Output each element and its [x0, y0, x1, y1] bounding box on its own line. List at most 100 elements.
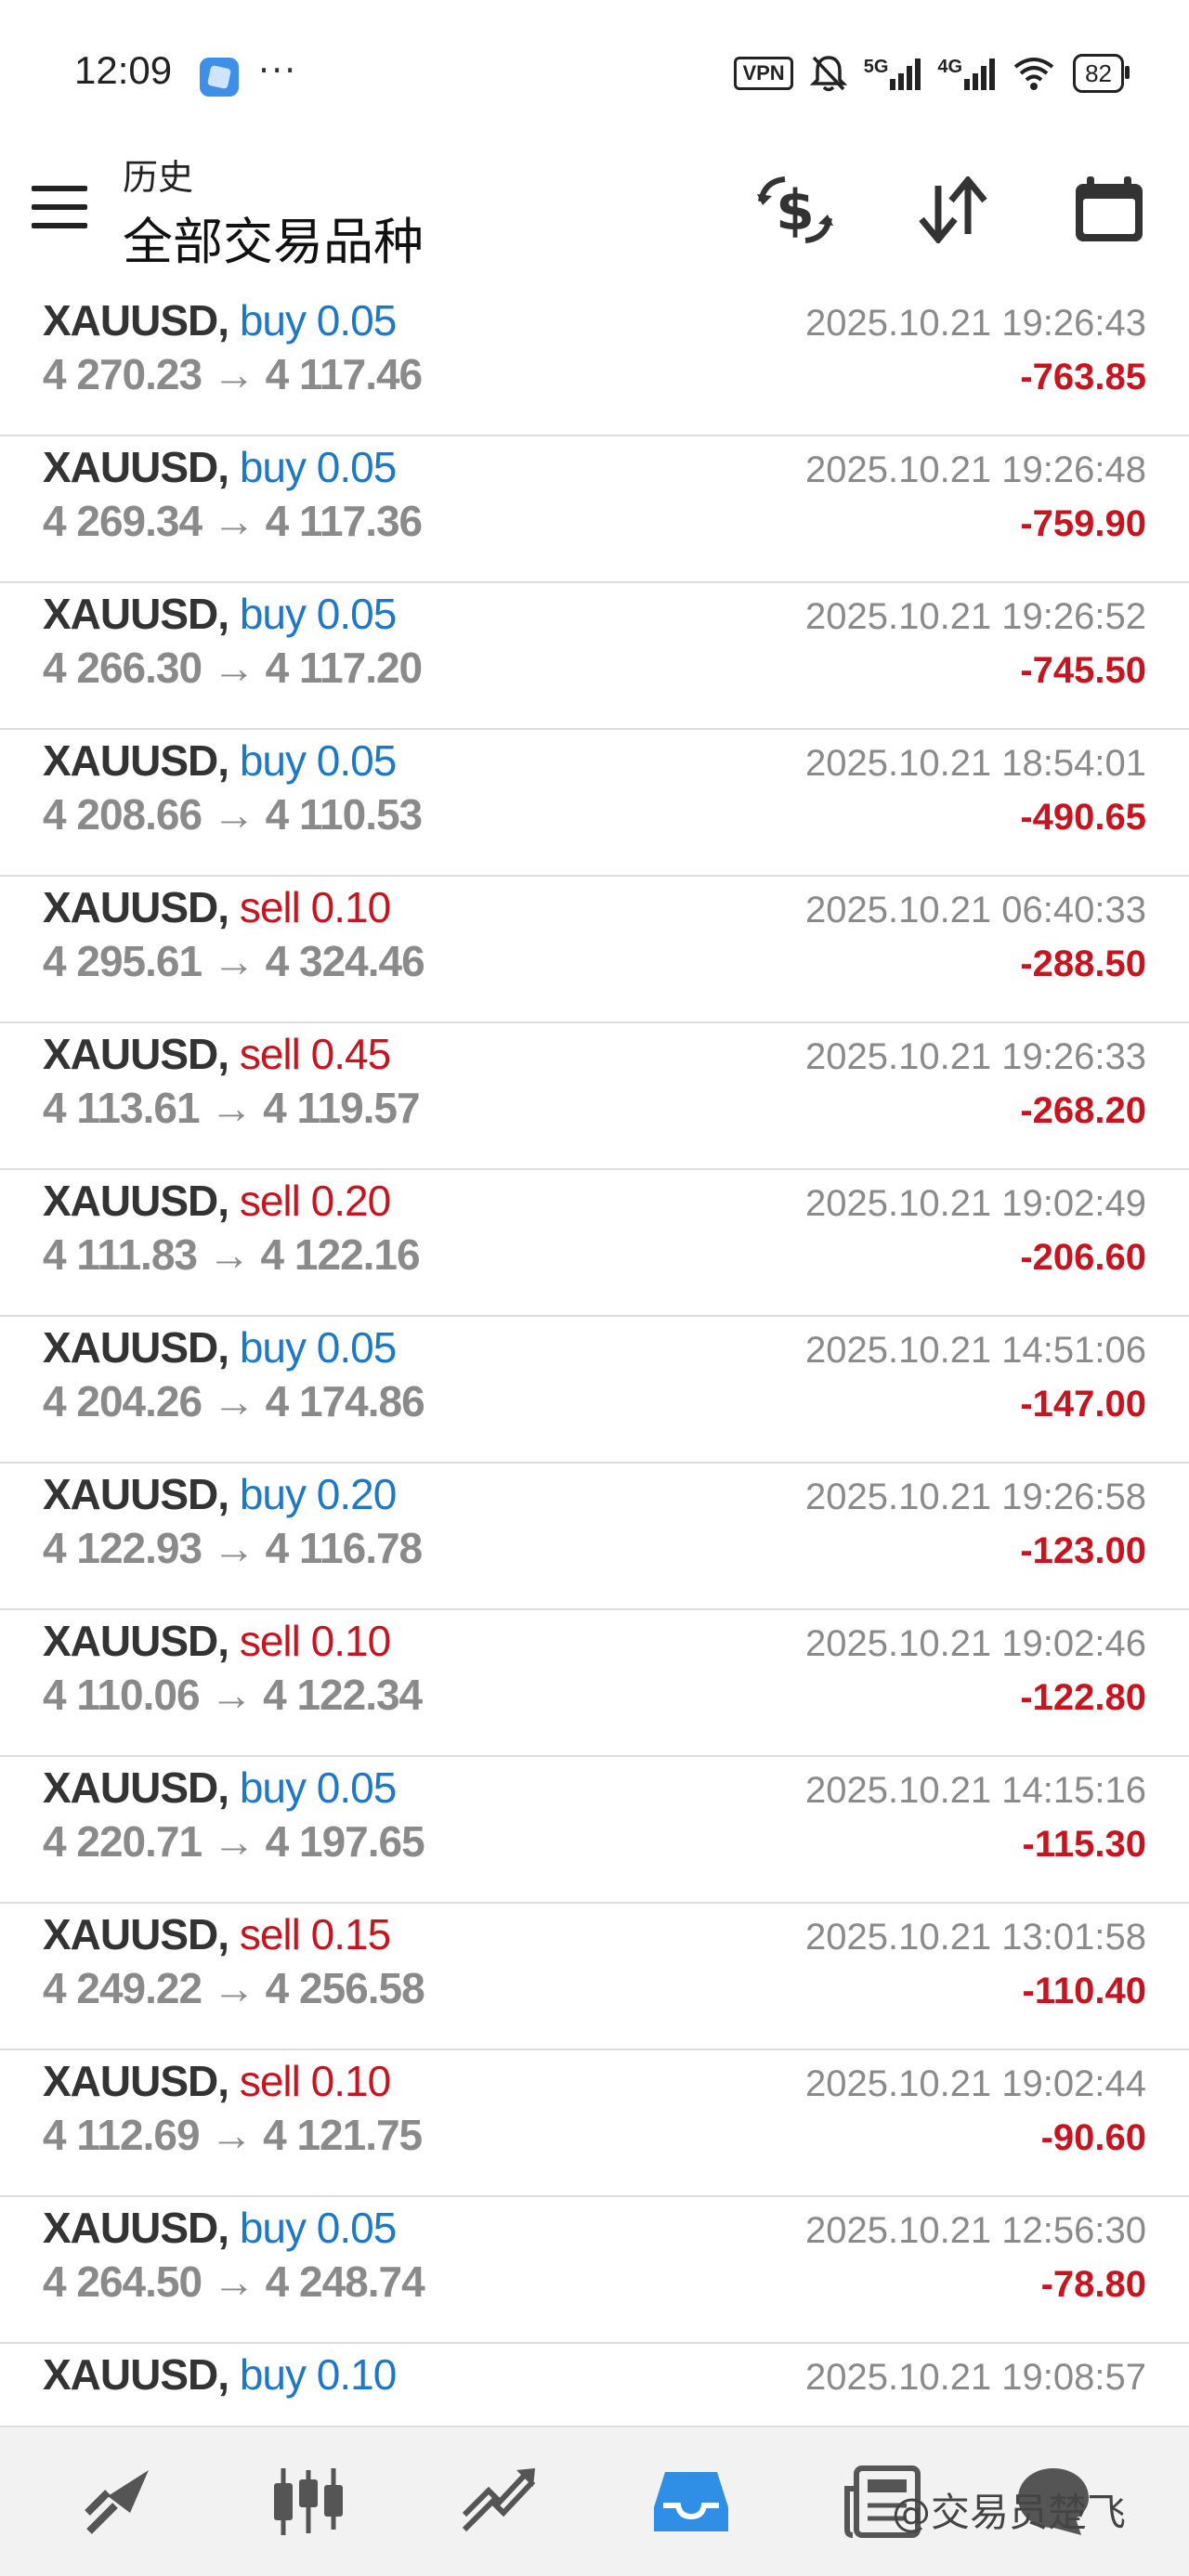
- trade-side: buy 0.20: [239, 1470, 397, 1518]
- trade-symbol: XAUUSD, buy 0.10: [43, 2349, 397, 2400]
- trade-volume: 0.20: [310, 1177, 392, 1225]
- trade-profit: -763.85: [1020, 357, 1146, 397]
- trade-symbol: XAUUSD, buy 0.20: [43, 1469, 397, 1519]
- more-notifications-icon: ···: [258, 50, 298, 91]
- trade-profit: -745.50: [1020, 650, 1146, 691]
- quotes-icon[interactable]: [74, 2457, 163, 2546]
- trade-prices: 4 122.93 → 4 116.78: [43, 1524, 423, 1572]
- trade-profit: -78.80: [1040, 2264, 1146, 2305]
- symbol-name: XAUUSD,: [43, 2057, 229, 2105]
- trade-row[interactable]: XAUUSD, buy 0.05 4 269.34 → 4 117.36 2025.…: [0, 436, 1189, 583]
- trade-profit: -110.40: [1022, 1971, 1146, 2011]
- bottom-navigation: @交易员楚飞: [0, 2426, 1189, 2576]
- trade-row[interactable]: XAUUSD, sell 0.20 4 111.83 → 4 122.16 2025…: [0, 1170, 1189, 1317]
- trade-symbol: XAUUSD, buy 0.05: [43, 1763, 398, 1813]
- trade-symbol: XAUUSD, sell 0.10: [43, 1616, 392, 1666]
- symbol-name: XAUUSD,: [43, 736, 229, 785]
- trade-volume: 0.05: [316, 1763, 398, 1812]
- trade-row[interactable]: XAUUSD, buy 0.05 4 208.66 → 4 110.53 2025.…: [0, 730, 1189, 877]
- trade-symbol: XAUUSD, sell 0.10: [43, 2056, 391, 2106]
- battery-icon: 82: [1073, 54, 1130, 93]
- trade-time: 2025.10.21 19:02:46: [804, 1623, 1146, 1664]
- history-icon[interactable]: [647, 2457, 736, 2546]
- trade-side: buy 0.05: [239, 736, 397, 785]
- trade-profit: -122.80: [1020, 1677, 1146, 1718]
- trade-symbol: XAUUSD, buy 0.05: [43, 1322, 398, 1373]
- trade-volume: 0.10: [310, 1617, 392, 1665]
- symbol-name: XAUUSD,: [43, 2350, 229, 2399]
- trade-row[interactable]: XAUUSD, sell 0.10 4 295.61 → 4 324.46 2025…: [0, 877, 1189, 1023]
- symbol-name: XAUUSD,: [43, 2204, 229, 2252]
- trade-profit: -268.20: [1020, 1090, 1146, 1131]
- trade-row[interactable]: XAUUSD, buy 0.20 4 122.93 → 4 116.78 2025.…: [0, 1464, 1189, 1610]
- symbol-name: XAUUSD,: [43, 1763, 229, 1812]
- trade-side: buy 0.05: [239, 1323, 398, 1372]
- trade-side: sell 0.45: [239, 1030, 391, 1078]
- trade-row[interactable]: XAUUSD, buy 0.05 4 204.26 → 4 174.86 2025.…: [0, 1317, 1189, 1464]
- trade-volume: 0.10: [310, 883, 392, 931]
- trade-side: buy 0.05: [239, 1763, 398, 1812]
- trade-side: buy 0.10: [239, 2350, 397, 2399]
- trade-time: 2025.10.21 13:01:58: [804, 1917, 1146, 1958]
- signal-4g-icon: 4G: [937, 57, 996, 90]
- trade-row[interactable]: XAUUSD, buy 0.05 4 270.23 → 4 117.46 2025.…: [0, 290, 1189, 436]
- trade-time: 2025.10.21 19:26:52: [804, 596, 1146, 637]
- trade-side: sell 0.10: [239, 2057, 391, 2105]
- menu-icon[interactable]: [32, 186, 87, 228]
- trade-symbol: XAUUSD, buy 0.05: [43, 442, 398, 492]
- watermark-text: @交易员楚飞: [892, 2490, 1127, 2535]
- trade-symbol: XAUUSD, sell 0.15: [43, 1909, 392, 1959]
- trade-time: 2025.10.21 14:15:16: [804, 1770, 1146, 1811]
- trade-side: sell 0.20: [239, 1177, 392, 1225]
- trade-volume: 0.05: [316, 443, 398, 491]
- trade-time: 2025.10.21 19:26:33: [804, 1036, 1146, 1077]
- chart-icon[interactable]: [264, 2457, 353, 2546]
- trade-time: 2025.10.21 19:08:57: [804, 2357, 1146, 2398]
- trade-symbol: XAUUSD, sell 0.10: [43, 882, 392, 932]
- trade-prices: 4 295.61 → 4 324.46: [43, 937, 425, 985]
- trade-volume: 0.05: [316, 2204, 398, 2252]
- trade-volume: 0.15: [310, 1910, 392, 1958]
- trade-profit: -206.60: [1020, 1237, 1146, 1278]
- trade-prices: 4 111.83 → 4 122.16: [43, 1230, 421, 1279]
- trade-row[interactable]: XAUUSD, buy 0.10 2025.10.21 19:08:57: [0, 2344, 1189, 2426]
- trade-time: 2025.10.21 06:40:33: [804, 890, 1146, 930]
- trade-prices: 4 266.30 → 4 117.20: [43, 644, 423, 692]
- trade-prices: 4 204.26 → 4 174.86: [43, 1377, 425, 1425]
- trade-time: 2025.10.21 19:02:44: [804, 2063, 1146, 2104]
- trade-time: 2025.10.21 19:02:49: [804, 1183, 1146, 1224]
- trade-symbol: XAUUSD, buy 0.05: [43, 295, 397, 345]
- status-bar: 12:09 ··· VPN 5G 4G 82: [0, 0, 1189, 139]
- trade-side: sell 0.10: [239, 1617, 392, 1665]
- trade-time: 2025.10.21 19:26:43: [804, 303, 1146, 344]
- trade-row[interactable]: XAUUSD, buy 0.05 4 220.71 → 4 197.65 2025.…: [0, 1757, 1189, 1904]
- status-time: 12:09: [74, 48, 173, 92]
- trade-side: buy 0.05: [239, 296, 397, 345]
- trade-side: sell 0.10: [239, 883, 392, 931]
- trade-symbol: XAUUSD, buy 0.05: [43, 735, 397, 786]
- trade-row[interactable]: XAUUSD, buy 0.05 4 264.50 → 4 248.74 2025.…: [0, 2197, 1189, 2344]
- trade-symbol: XAUUSD, buy 0.05: [43, 589, 398, 639]
- trade-profit: -759.90: [1020, 503, 1146, 544]
- currency-exchange-icon[interactable]: $: [751, 165, 840, 254]
- svg-text:$: $: [776, 178, 815, 243]
- trade-icon[interactable]: [455, 2457, 544, 2546]
- symbol-name: XAUUSD,: [43, 1470, 229, 1518]
- trade-row[interactable]: XAUUSD, sell 0.45 4 113.61 → 4 119.57 2025…: [0, 1023, 1189, 1170]
- sort-icon[interactable]: [908, 165, 998, 254]
- trade-row[interactable]: XAUUSD, sell 0.10 4 112.69 → 4 121.75 2025…: [0, 2050, 1189, 2197]
- trade-history-list[interactable]: XAUUSD, buy 0.05 4 270.23 → 4 117.46 2025.…: [0, 290, 1189, 2426]
- trade-prices: 4 110.06 → 4 122.34: [43, 1671, 423, 1719]
- trade-row[interactable]: XAUUSD, buy 0.05 4 266.30 → 4 117.20 2025.…: [0, 583, 1189, 730]
- trade-prices: 4 269.34 → 4 117.36: [43, 497, 423, 545]
- calendar-icon[interactable]: [1065, 165, 1154, 254]
- page-title[interactable]: 全部交易品种: [123, 201, 424, 274]
- trade-symbol: XAUUSD, sell 0.45: [43, 1029, 391, 1079]
- trade-row[interactable]: XAUUSD, sell 0.15 4 249.22 → 4 256.58 2025…: [0, 1904, 1189, 2050]
- symbol-name: XAUUSD,: [43, 1617, 229, 1665]
- trade-profit: -288.50: [1020, 943, 1146, 984]
- trade-volume: 0.05: [316, 1323, 398, 1372]
- trade-time: 2025.10.21 12:56:30: [804, 2210, 1146, 2251]
- trade-volume: 0.05: [316, 590, 398, 638]
- trade-row[interactable]: XAUUSD, sell 0.10 4 110.06 → 4 122.34 2025…: [0, 1610, 1189, 1757]
